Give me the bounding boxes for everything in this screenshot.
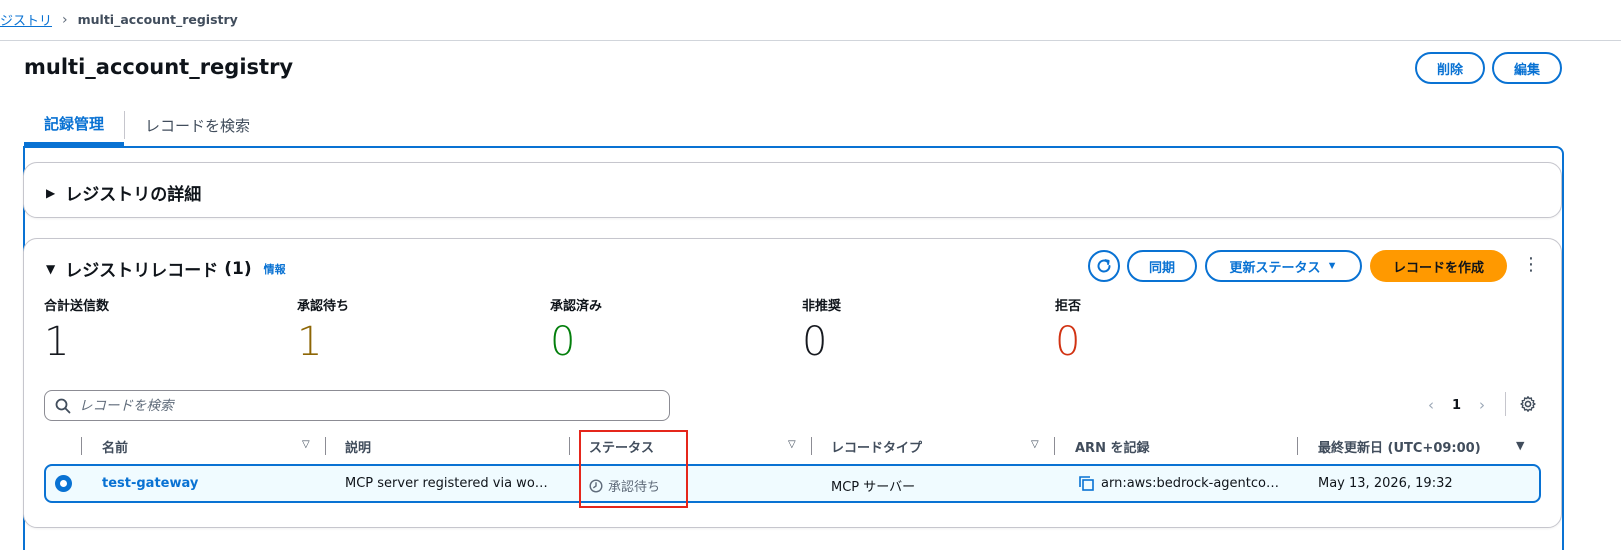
create-record-button[interactable]: レコードを作成 — [1370, 250, 1507, 282]
refresh-button[interactable] — [1088, 250, 1120, 282]
row-radio-selected[interactable] — [55, 475, 72, 492]
metric-deprecated: 非推奨 0 — [802, 295, 841, 364]
header-divider — [0, 40, 1621, 41]
breadcrumb-parent-link[interactable]: ジストリ — [0, 10, 52, 29]
metric-label: 合計送信数 — [44, 299, 110, 314]
search-input[interactable] — [79, 397, 639, 414]
caret-down-icon: ▼ — [46, 261, 56, 276]
tab-record-management[interactable]: 記録管理 — [24, 104, 125, 146]
status-column-highlight — [579, 430, 688, 508]
record-description: MCP server registered via work... — [345, 476, 550, 491]
sort-caret-icon[interactable]: ▼ — [1516, 439, 1524, 452]
metric-label: 非推奨 — [802, 299, 842, 314]
metric-approved: 承認済み 0 — [550, 295, 602, 364]
metric-value: 0 — [1055, 319, 1081, 365]
record-arn: arn:aws:bedrock-agentcor... — [1101, 476, 1281, 491]
update-status-label: 更新ステータス — [1229, 259, 1321, 275]
metric-value: 1 — [297, 319, 323, 365]
copy-icon[interactable] — [1078, 475, 1095, 492]
column-header-last-updated[interactable]: 最終更新日 (UTC+09:00) — [1318, 437, 1481, 456]
radio-dot — [60, 480, 67, 487]
metric-value: 1 — [44, 319, 70, 365]
page-title: multi_account_registry — [24, 55, 294, 79]
metric-value: 0 — [550, 319, 576, 365]
pagination: ‹ 1 › — [1428, 396, 1485, 414]
column-separator — [1054, 437, 1055, 455]
column-header-record-type[interactable]: レコードタイプ — [831, 437, 922, 456]
record-name-link[interactable]: test-gateway — [102, 476, 322, 491]
search-icon — [55, 398, 71, 413]
caret-right-icon: ▶ — [46, 185, 56, 200]
registry-records-toggle[interactable]: ▼ レジストリレコード (1) 情報 — [46, 256, 286, 282]
sync-button[interactable]: 同期 — [1127, 250, 1197, 282]
registry-details-panel — [23, 162, 1562, 218]
column-separator — [325, 437, 326, 455]
metric-label: 拒否 — [1055, 299, 1082, 314]
registry-details-title: レジストリの詳細 — [65, 185, 202, 205]
update-status-dropdown[interactable]: 更新ステータス ▼ — [1205, 250, 1362, 282]
column-separator — [81, 437, 82, 455]
column-header-arn[interactable]: ARN を記録 — [1075, 437, 1149, 456]
breadcrumb: ジストリ › multi_account_registry — [0, 10, 238, 30]
metric-pending-approval: 承認待ち 1 — [297, 295, 349, 364]
tab-bar: 記録管理 レコードを検索 — [24, 104, 270, 148]
column-header-description[interactable]: 説明 — [345, 437, 371, 456]
metric-rejected: 拒否 0 — [1055, 295, 1081, 364]
chevron-left-icon[interactable]: ‹ — [1428, 396, 1434, 414]
kebab-menu-icon[interactable]: ⋮ — [1522, 254, 1540, 275]
registry-records-title: レジストリレコード — [65, 261, 219, 281]
search-box — [44, 390, 670, 421]
info-link[interactable]: 情報 — [264, 261, 286, 277]
dropdown-caret-icon: ▼ — [1326, 260, 1338, 272]
column-separator — [569, 437, 570, 455]
delete-button[interactable]: 削除 — [1415, 52, 1485, 84]
column-separator — [811, 437, 812, 455]
column-header-name[interactable]: 名前 — [102, 437, 128, 456]
page-number[interactable]: 1 — [1452, 398, 1461, 413]
record-last-updated: May 13, 2026, 19:32 — [1318, 476, 1453, 491]
sort-caret-icon[interactable]: ▽ — [1031, 439, 1039, 450]
edit-button[interactable]: 編集 — [1492, 52, 1562, 84]
metric-label: 承認待ち — [297, 299, 350, 314]
registry-records-count: (1) — [224, 258, 252, 279]
column-separator — [1297, 437, 1298, 455]
registry-details-toggle[interactable]: ▶ レジストリの詳細 — [46, 180, 201, 205]
refresh-icon — [1097, 259, 1111, 273]
metric-label: 承認済み — [550, 299, 603, 314]
breadcrumb-current: multi_account_registry — [77, 12, 238, 27]
pager-divider — [1505, 392, 1506, 416]
tab-search-records[interactable]: レコードを検索 — [125, 104, 270, 146]
sort-caret-icon[interactable]: ▽ — [788, 439, 796, 450]
sort-caret-icon[interactable]: ▽ — [302, 439, 310, 450]
chevron-right-icon: › — [62, 11, 68, 28]
metric-total-submissions: 合計送信数 1 — [44, 295, 109, 364]
chevron-right-icon[interactable]: › — [1479, 396, 1485, 414]
record-type: MCP サーバー — [831, 480, 916, 495]
settings-gear-icon[interactable] — [1519, 395, 1537, 413]
metric-value: 0 — [802, 319, 828, 365]
